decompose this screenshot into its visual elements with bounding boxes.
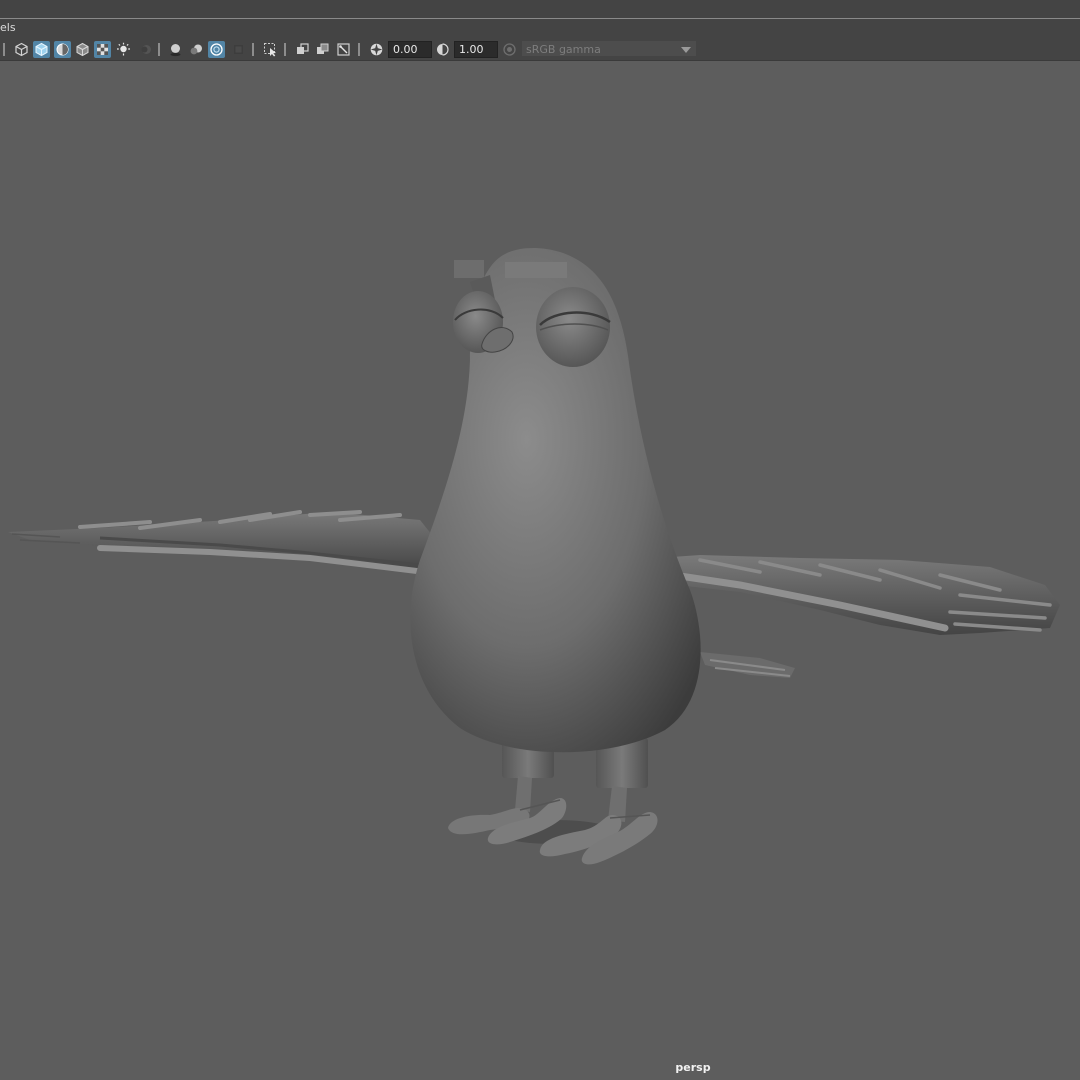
view-transform-dropdown[interactable]: sRGB gamma: [521, 40, 697, 57]
depth-of-field-icon[interactable]: [230, 41, 247, 58]
panels-menu[interactable]: els: [0, 21, 16, 35]
bird-character-model: [8, 247, 1060, 865]
viewport-toolbar: 0.00 1.00 sRGB gamma: [0, 38, 1080, 61]
gamma-field[interactable]: 1.00: [454, 41, 498, 58]
crest-block: [454, 260, 484, 278]
toolbar-separator: [252, 43, 254, 56]
wireframe-icon[interactable]: [13, 41, 30, 58]
isolate-select-icon[interactable]: [262, 41, 279, 58]
crest-block: [505, 262, 567, 278]
screen-space-ambient-occlusion-icon[interactable]: [167, 41, 184, 58]
view-transform-value: sRGB gamma: [526, 43, 601, 56]
camera-label: persp: [675, 1061, 711, 1074]
toolbar-separator: [358, 43, 360, 56]
default-material-icon[interactable]: [54, 41, 71, 58]
toolbar-separator: [158, 43, 160, 56]
shadows-icon[interactable]: [137, 41, 154, 58]
3d-viewport[interactable]: persp: [0, 61, 1080, 1080]
menu-bar: [0, 0, 1080, 19]
smooth-shade-icon[interactable]: [33, 41, 50, 58]
left-wing: [8, 510, 440, 575]
exposure-icon[interactable]: [368, 41, 385, 58]
xray-icon[interactable]: [294, 41, 311, 58]
anti-aliasing-icon[interactable]: [208, 41, 225, 58]
lighting-icon[interactable]: [115, 41, 132, 58]
color-management-icon[interactable]: [501, 41, 518, 58]
xray-joints-icon[interactable]: [335, 41, 352, 58]
textured-icon[interactable]: [94, 41, 111, 58]
panel-menu-bar: els: [0, 19, 1080, 38]
gamma-icon[interactable]: [434, 41, 451, 58]
exposure-field[interactable]: 0.00: [388, 41, 432, 58]
maya-viewport-panel: els 0.00 1.00 sRGB gamma persp: [0, 0, 1080, 1080]
chevron-down-icon: [681, 47, 691, 53]
toolbar-separator: [3, 43, 5, 56]
xray-active-components-icon[interactable]: [314, 41, 331, 58]
toolbar-separator: [284, 43, 286, 56]
shaded-wireframe-icon[interactable]: [74, 41, 91, 58]
motion-blur-icon[interactable]: [188, 41, 205, 58]
